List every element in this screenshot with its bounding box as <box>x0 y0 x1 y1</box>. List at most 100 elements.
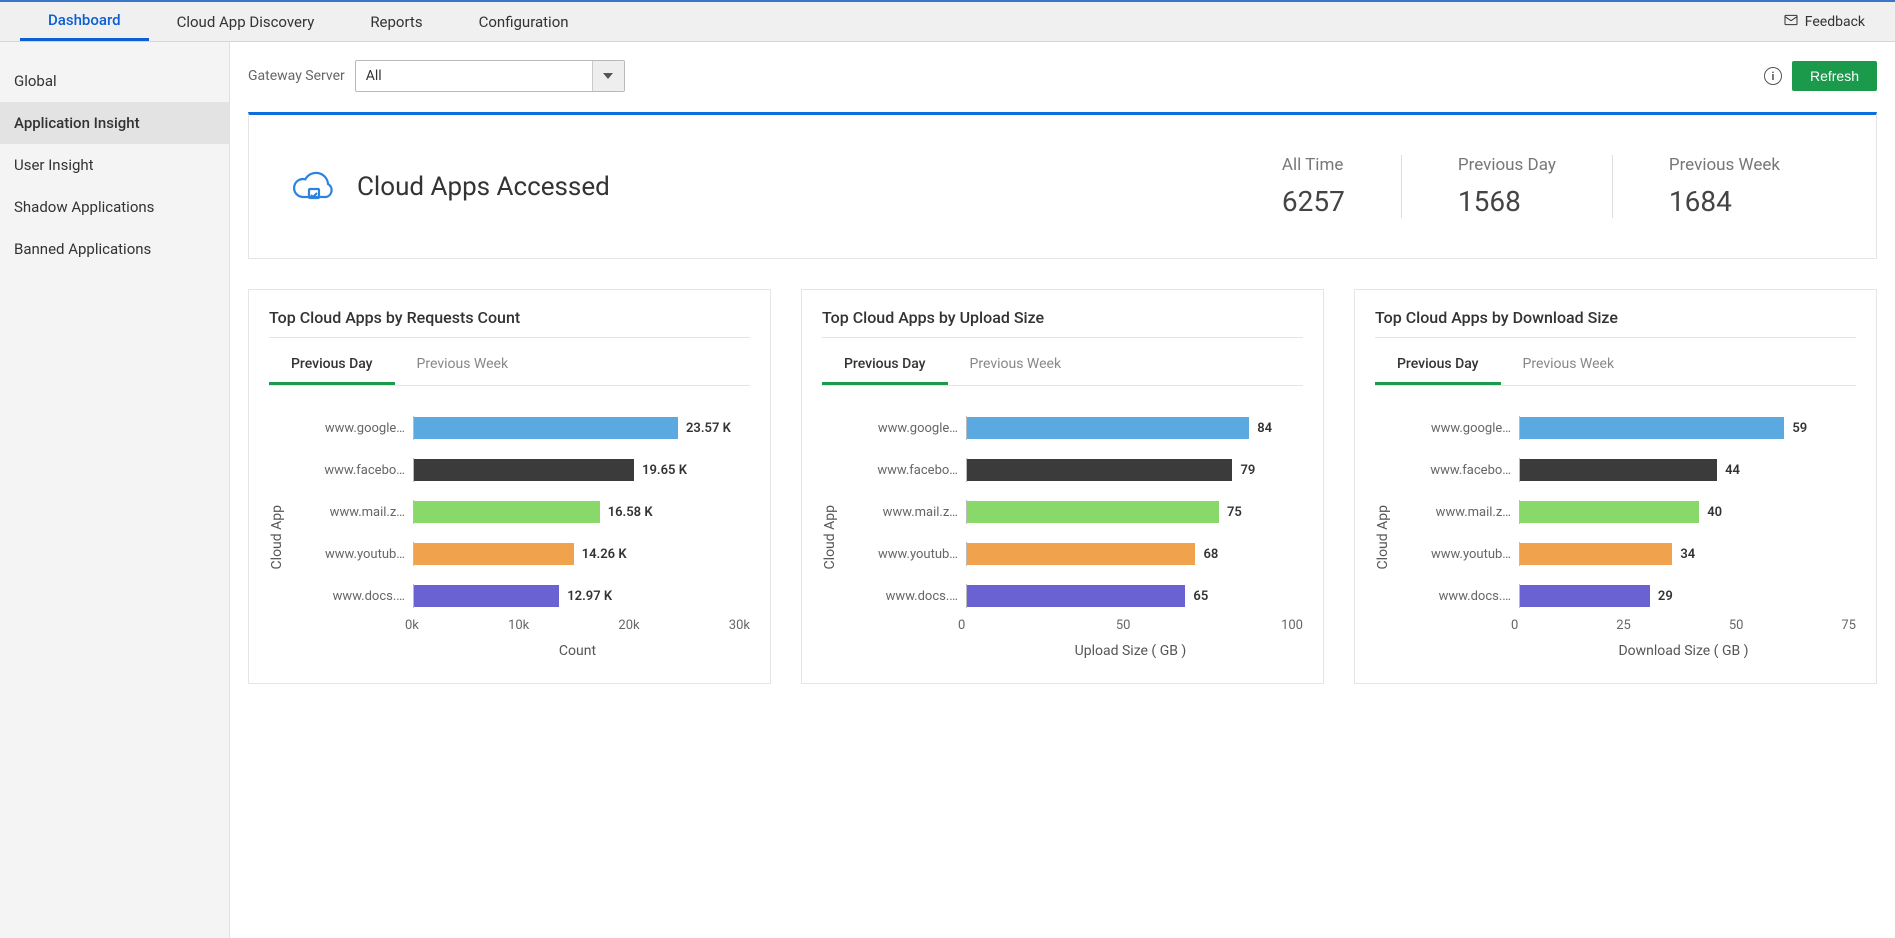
sidebar-item-shadow-applications[interactable]: Shadow Applications <box>0 186 229 228</box>
bar-category: www.facebo… <box>846 463 958 478</box>
gateway-label: Gateway Server <box>248 68 345 84</box>
bar-category: www.youtub… <box>846 547 958 562</box>
x-axis-label: Count <box>405 643 750 659</box>
bar <box>414 501 600 523</box>
bar <box>414 459 634 481</box>
bar <box>967 501 1219 523</box>
x-tick: 0 <box>1511 618 1518 633</box>
panel-subtabs: Previous DayPrevious Week <box>269 346 750 386</box>
info-icon[interactable]: i <box>1764 67 1782 85</box>
bar-value: 40 <box>1707 505 1722 520</box>
bar-category: www.mail.z… <box>846 505 958 520</box>
bar-row: www.facebo…79 <box>846 458 1303 482</box>
feedback-link[interactable]: Feedback <box>1783 12 1875 32</box>
bar-row: www.google…23.57 K <box>293 416 750 440</box>
bar-row: www.youtub… 68 <box>846 542 1303 566</box>
metric-label: Previous Day <box>1458 155 1556 175</box>
bar-row: www.youtub… 34 <box>1399 542 1856 566</box>
nav-tab-dashboard[interactable]: Dashboard <box>20 2 149 41</box>
bar-value: 29 <box>1658 589 1673 604</box>
chart-panels: Top Cloud Apps by Requests Count Previous… <box>248 289 1877 684</box>
x-tick: 20k <box>618 618 639 633</box>
bar-category: www.google… <box>1399 421 1511 436</box>
chevron-down-icon <box>592 61 624 91</box>
bar-category: www.mail.z… <box>1399 505 1511 520</box>
summary-card: Cloud Apps Accessed All Time6257Previous… <box>248 112 1877 259</box>
gateway-select[interactable]: All <box>355 60 625 92</box>
panel-subtabs: Previous DayPrevious Week <box>1375 346 1856 386</box>
chart-panel-1: Top Cloud Apps by Upload Size Previous Da… <box>801 289 1324 684</box>
x-axis-label: Download Size ( GB ) <box>1511 643 1856 659</box>
y-axis-label: Cloud App <box>1375 505 1391 569</box>
cloud-icon <box>289 163 337 211</box>
bar-category: www.google… <box>293 421 405 436</box>
bar-category: www.youtub… <box>1399 547 1511 562</box>
bar-row: www.facebo…44 <box>1399 458 1856 482</box>
bar <box>1520 417 1784 439</box>
metric-label: All Time <box>1282 155 1345 175</box>
bar-row: www.mail.z… 16.58 K <box>293 500 750 524</box>
summary-title: Cloud Apps Accessed <box>357 172 610 202</box>
bar <box>414 417 678 439</box>
refresh-button[interactable]: Refresh <box>1792 61 1877 91</box>
chart-panel-2: Top Cloud Apps by Download SizePrevious … <box>1354 289 1877 684</box>
mail-icon <box>1783 12 1799 32</box>
sidebar-item-global[interactable]: Global <box>0 60 229 102</box>
metric-value: 1568 <box>1458 185 1556 218</box>
x-tick: 0k <box>405 618 419 633</box>
nav-tab-reports[interactable]: Reports <box>342 2 450 41</box>
bar-value: 68 <box>1203 547 1218 562</box>
x-axis: 0k 10k 20k 30k <box>405 618 750 633</box>
bar-category: www.docs.… <box>293 589 405 604</box>
bar-row: www.facebo… 19.65 K <box>293 458 750 482</box>
subtab-previous-week[interactable]: Previous Week <box>395 346 531 385</box>
panel-title: Top Cloud Apps by Requests Count <box>269 308 750 327</box>
sidebar: GlobalApplication InsightUser InsightSha… <box>0 42 230 938</box>
bar-row: www.google…84 <box>846 416 1303 440</box>
nav-tab-cloud-app-discovery[interactable]: Cloud App Discovery <box>149 2 343 41</box>
bar-row: www.docs.…29 <box>1399 584 1856 608</box>
subtab-previous-day[interactable]: Previous Day <box>1375 346 1501 385</box>
feedback-label: Feedback <box>1805 14 1865 30</box>
bar-value: 44 <box>1725 463 1740 478</box>
panel-title: Top Cloud Apps by Upload Size <box>822 308 1303 327</box>
bar-category: www.facebo… <box>293 463 405 478</box>
metric-previous-week: Previous Week1684 <box>1612 155 1836 218</box>
bar-value: 16.58 K <box>608 505 653 520</box>
bar-value: 19.65 K <box>642 463 687 478</box>
subtab-previous-week[interactable]: Previous Week <box>1501 346 1637 385</box>
subtab-previous-day[interactable]: Previous Day <box>822 346 948 385</box>
subtab-previous-week[interactable]: Previous Week <box>948 346 1084 385</box>
x-tick: 0 <box>958 618 965 633</box>
metric-label: Previous Week <box>1669 155 1780 175</box>
sidebar-item-user-insight[interactable]: User Insight <box>0 144 229 186</box>
bar-chart: Cloud App www.google… 59 www.facebo…44 www.m… <box>1375 416 1856 659</box>
subtab-previous-day[interactable]: Previous Day <box>269 346 395 385</box>
y-axis-label: Cloud App <box>822 505 838 569</box>
gateway-value: All <box>356 61 592 91</box>
bar-value: 75 <box>1227 505 1242 520</box>
bar-category: www.mail.z… <box>293 505 405 520</box>
bar <box>1520 459 1717 481</box>
y-axis-label: Cloud App <box>269 505 285 569</box>
x-tick: 100 <box>1281 618 1303 633</box>
bar-row: www.google… 59 <box>1399 416 1856 440</box>
bar-row: www.docs.…65 <box>846 584 1303 608</box>
x-tick: 30k <box>729 618 750 633</box>
panel-subtabs: Previous DayPrevious Week <box>822 346 1303 386</box>
bar <box>967 585 1185 607</box>
bar-row: www.mail.z… 40 <box>1399 500 1856 524</box>
sidebar-item-banned-applications[interactable]: Banned Applications <box>0 228 229 270</box>
bar-value: 34 <box>1680 547 1695 562</box>
bar <box>1520 543 1672 565</box>
nav-tab-configuration[interactable]: Configuration <box>451 2 597 41</box>
bar-value: 59 <box>1792 421 1807 436</box>
summary-metrics: All Time6257Previous Day1568Previous Wee… <box>1226 155 1836 218</box>
bar <box>1520 501 1699 523</box>
bar-value: 14.26 K <box>582 547 627 562</box>
bar <box>1520 585 1650 607</box>
bar-chart: Cloud App www.google…84 www.facebo…79 www.m… <box>822 416 1303 659</box>
sidebar-item-application-insight[interactable]: Application Insight <box>0 102 229 144</box>
x-tick: 50 <box>1116 618 1131 633</box>
x-tick: 10k <box>508 618 529 633</box>
